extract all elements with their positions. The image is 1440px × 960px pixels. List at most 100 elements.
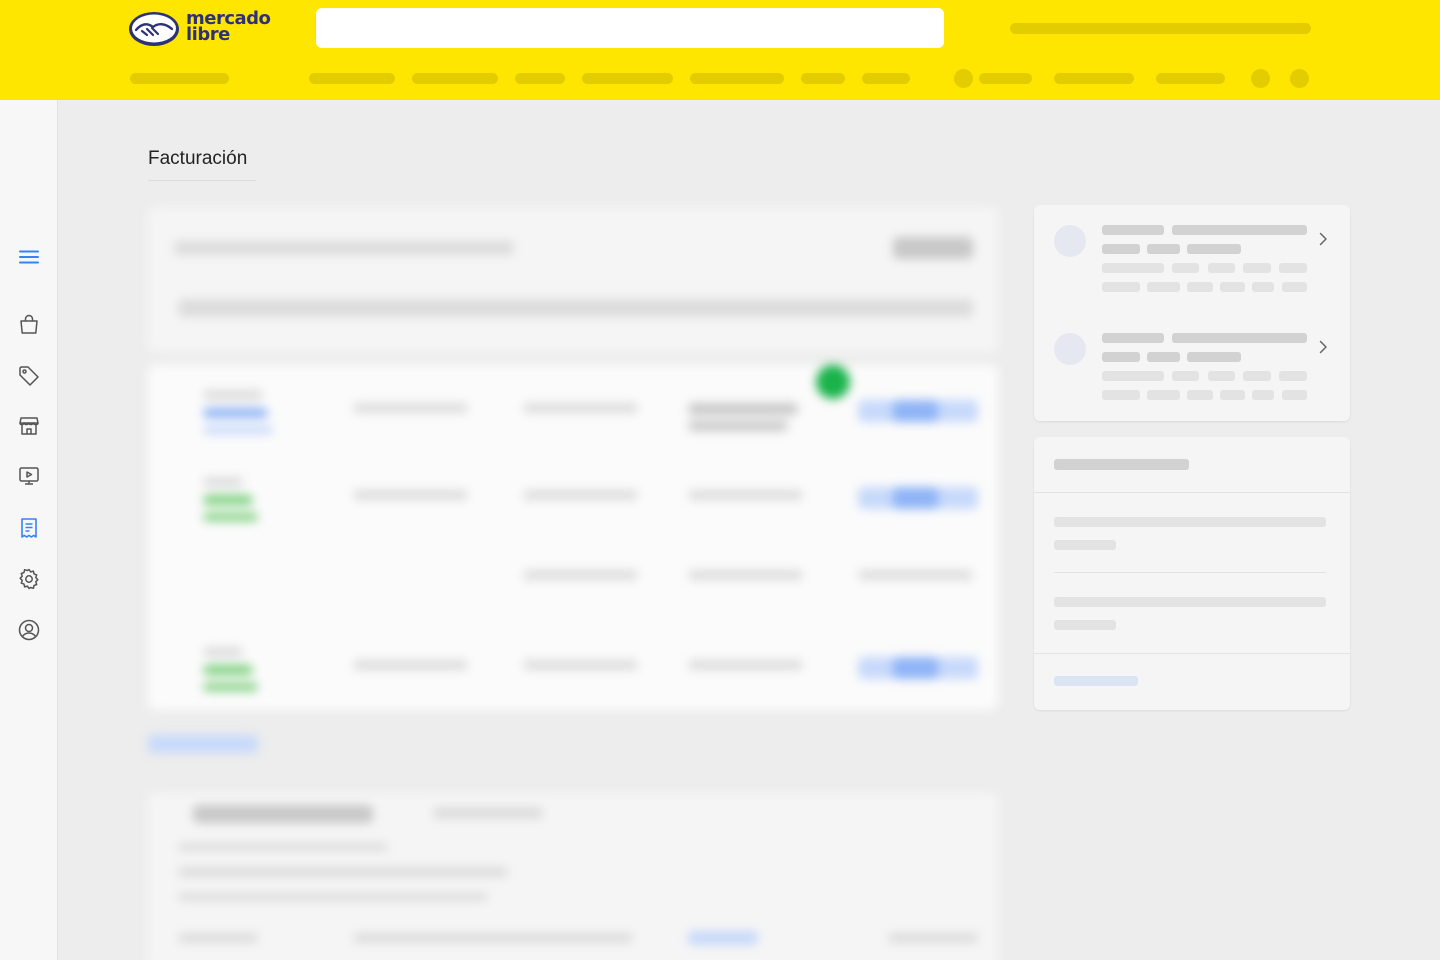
blurred-link bbox=[148, 735, 258, 753]
blurred-cell bbox=[353, 403, 468, 413]
nav-item-placeholder[interactable] bbox=[862, 73, 910, 84]
blurred-cell bbox=[433, 807, 543, 819]
mercado-libre-logo[interactable]: mercado libre bbox=[128, 10, 271, 48]
summary-avatar bbox=[1054, 333, 1086, 365]
blurred-indicator bbox=[816, 365, 850, 399]
blurred-cell bbox=[178, 843, 388, 851]
blurred-filter-placeholder bbox=[174, 241, 514, 255]
cart-placeholder[interactable] bbox=[1290, 69, 1309, 88]
skeleton-line bbox=[1054, 597, 1326, 607]
skeleton-line bbox=[1102, 263, 1164, 273]
skeleton-line bbox=[1187, 244, 1241, 254]
handshake-logo-icon bbox=[129, 12, 179, 46]
skeleton-line bbox=[1172, 263, 1199, 273]
right-info-card bbox=[1034, 437, 1350, 710]
header-link-placeholder[interactable] bbox=[1054, 73, 1134, 84]
nav-item-placeholder[interactable] bbox=[515, 73, 565, 84]
skeleton-line bbox=[1102, 333, 1164, 343]
blurred-cell bbox=[193, 805, 373, 823]
skeleton-line bbox=[1279, 263, 1307, 273]
skeleton-line bbox=[1147, 282, 1180, 292]
blurred-cell bbox=[353, 660, 468, 670]
skeleton-line bbox=[1243, 263, 1271, 273]
nav-item-placeholder[interactable] bbox=[412, 73, 498, 84]
link-skeleton[interactable] bbox=[1054, 676, 1138, 686]
skeleton-line bbox=[1147, 244, 1180, 254]
blurred-action bbox=[893, 487, 938, 509]
blurred-cell bbox=[203, 495, 253, 505]
blurred-cell bbox=[203, 426, 273, 434]
skeleton-line bbox=[1172, 371, 1199, 381]
skeleton-line bbox=[1282, 390, 1307, 400]
nav-item-placeholder[interactable] bbox=[690, 73, 784, 84]
chevron-right-icon[interactable] bbox=[1317, 231, 1329, 247]
store-icon[interactable] bbox=[17, 414, 41, 438]
blurred-cell bbox=[688, 570, 803, 580]
shopping-bag-icon[interactable] bbox=[17, 312, 41, 336]
blurred-action bbox=[893, 657, 938, 679]
skeleton-line bbox=[1102, 225, 1164, 235]
search-input[interactable] bbox=[316, 8, 944, 48]
skeleton-line bbox=[1208, 371, 1235, 381]
skeleton-line bbox=[1187, 282, 1213, 292]
skeleton-line bbox=[1172, 333, 1307, 343]
account-name-placeholder[interactable] bbox=[979, 73, 1032, 84]
blurred-cell bbox=[203, 390, 263, 400]
header-link-placeholder[interactable] bbox=[1156, 73, 1225, 84]
blurred-cell bbox=[353, 490, 468, 500]
skeleton-line bbox=[1054, 540, 1116, 550]
blurred-cell bbox=[203, 477, 243, 487]
page-title: Facturación bbox=[148, 148, 248, 169]
blurred-cell bbox=[353, 933, 633, 943]
skeleton-line bbox=[1172, 225, 1307, 235]
blurred-cell bbox=[203, 683, 258, 691]
skeleton-line bbox=[1102, 371, 1164, 381]
top-header: mercado libre bbox=[0, 0, 1440, 100]
blurred-cell bbox=[858, 570, 973, 580]
account-avatar-placeholder[interactable] bbox=[954, 69, 973, 88]
skeleton-line bbox=[1279, 371, 1307, 381]
menu-icon[interactable] bbox=[17, 245, 41, 269]
skeleton-line bbox=[1102, 352, 1140, 362]
chevron-right-icon[interactable] bbox=[1317, 339, 1329, 355]
notifications-placeholder[interactable] bbox=[1251, 69, 1270, 88]
divider bbox=[1034, 492, 1350, 493]
blurred-cell bbox=[203, 513, 258, 521]
location-placeholder[interactable] bbox=[130, 73, 229, 84]
blurred-cell bbox=[178, 867, 508, 877]
skeleton-line bbox=[1220, 390, 1245, 400]
blurred-filter-card bbox=[148, 207, 998, 352]
skeleton-line bbox=[1252, 282, 1274, 292]
blurred-action bbox=[893, 400, 938, 422]
skeleton-line bbox=[1252, 390, 1274, 400]
skeleton-line bbox=[1147, 352, 1180, 362]
nav-item-placeholder[interactable] bbox=[309, 73, 395, 84]
blurred-cell bbox=[178, 893, 488, 901]
skeleton-line bbox=[1102, 282, 1140, 292]
blurred-main-content bbox=[140, 195, 1005, 960]
card-heading-skeleton bbox=[1054, 459, 1189, 470]
skeleton-line bbox=[1054, 620, 1116, 630]
skeleton-line bbox=[1187, 390, 1213, 400]
blurred-cell bbox=[688, 490, 803, 500]
blurred-cell bbox=[688, 660, 803, 670]
video-monitor-icon[interactable] bbox=[17, 464, 41, 488]
blurred-filter-button bbox=[893, 237, 973, 259]
nav-item-placeholder[interactable] bbox=[801, 73, 845, 84]
blurred-bottom-card bbox=[148, 793, 998, 960]
receipt-icon[interactable] bbox=[17, 516, 41, 540]
left-sidebar bbox=[0, 100, 58, 960]
blurred-cell bbox=[523, 570, 638, 580]
nav-item-placeholder[interactable] bbox=[582, 73, 673, 84]
title-underline bbox=[148, 180, 256, 181]
divider bbox=[1034, 653, 1350, 654]
user-profile-icon[interactable] bbox=[17, 618, 41, 642]
settings-gear-icon[interactable] bbox=[17, 567, 41, 591]
price-tag-icon[interactable] bbox=[17, 364, 41, 388]
blurred-cell bbox=[523, 490, 638, 500]
summary-avatar bbox=[1054, 225, 1086, 257]
header-user-menu-placeholder[interactable] bbox=[1010, 23, 1311, 34]
blurred-cell bbox=[688, 421, 788, 431]
blurred-cell bbox=[523, 660, 638, 670]
blurred-cell bbox=[203, 408, 268, 418]
